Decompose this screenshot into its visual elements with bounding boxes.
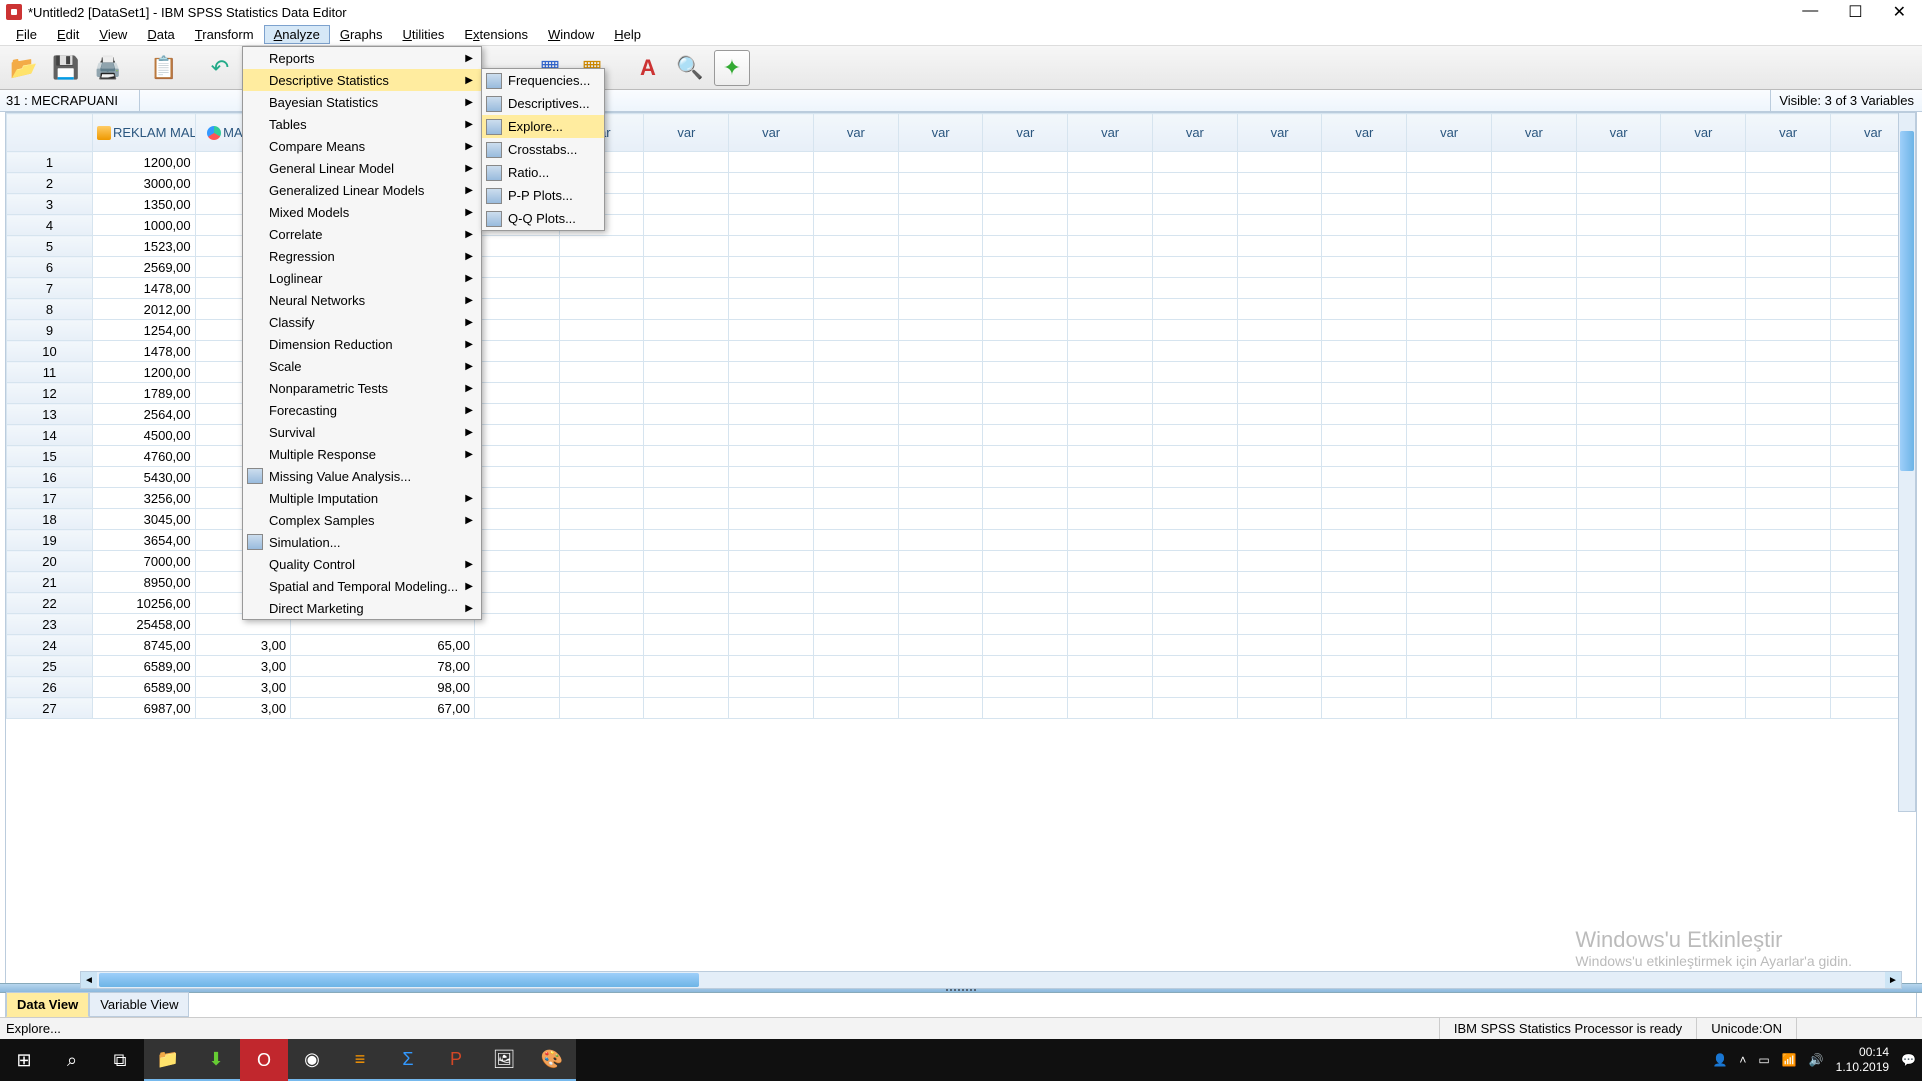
menu-item-bayesian-statistics[interactable]: Bayesian Statistics▶: [243, 91, 481, 113]
value-labels-button[interactable]: A: [630, 50, 666, 86]
battery-icon[interactable]: ▭: [1758, 1053, 1769, 1067]
notifications-icon[interactable]: 💬: [1901, 1053, 1916, 1067]
submenu-item-ratio-[interactable]: Ratio...: [482, 161, 604, 184]
menu-item-dimension-reduction[interactable]: Dimension Reduction▶: [243, 333, 481, 355]
variable-sets-button[interactable]: 🔍: [672, 50, 708, 86]
menu-item-multiple-response[interactable]: Multiple Response▶: [243, 443, 481, 465]
menubar: File Edit View Data Transform Analyze Gr…: [0, 24, 1922, 46]
menu-item-generalized-linear-models[interactable]: Generalized Linear Models▶: [243, 179, 481, 201]
open-button[interactable]: 📂: [6, 50, 42, 86]
menu-item-quality-control[interactable]: Quality Control▶: [243, 553, 481, 575]
menu-graphs[interactable]: Graphs: [330, 25, 393, 44]
tray-chevron-icon[interactable]: ˄: [1739, 1053, 1746, 1067]
task-view-button[interactable]: ⧉: [96, 1039, 144, 1081]
view-tabs: Data View Variable View: [6, 993, 189, 1017]
tab-data-view[interactable]: Data View: [6, 992, 89, 1017]
recall-dialog-button[interactable]: 📋: [146, 50, 182, 86]
status-spacer: [1796, 1018, 1916, 1039]
menu-item-classify[interactable]: Classify▶: [243, 311, 481, 333]
photos-icon[interactable]: 🖼: [480, 1039, 528, 1081]
menu-item-neural-networks[interactable]: Neural Networks▶: [243, 289, 481, 311]
menu-item-simulation-[interactable]: Simulation...: [243, 531, 481, 553]
menu-help[interactable]: Help: [604, 25, 651, 44]
submenu-item-q-q-plots-[interactable]: Q-Q Plots...: [482, 207, 604, 230]
volume-icon[interactable]: 🔊: [1809, 1053, 1824, 1067]
menu-item-general-linear-model[interactable]: General Linear Model▶: [243, 157, 481, 179]
wifi-icon[interactable]: 📶: [1782, 1053, 1797, 1067]
add-button[interactable]: ✦: [714, 50, 750, 86]
menu-item-missing-value-analysis-[interactable]: Missing Value Analysis...: [243, 465, 481, 487]
undo-button[interactable]: ↶: [202, 50, 238, 86]
menu-item-scale[interactable]: Scale▶: [243, 355, 481, 377]
chrome-icon[interactable]: ◉: [288, 1039, 336, 1081]
system-tray: 👤 ˄ ▭ 📶 🔊 00:141.10.2019 💬: [1712, 1045, 1922, 1075]
menu-item-direct-marketing[interactable]: Direct Marketing▶: [243, 597, 481, 619]
menu-item-descriptive-statistics[interactable]: Descriptive Statistics▶: [243, 69, 481, 91]
titlebar: *Untitled2 [DataSet1] - IBM SPSS Statist…: [0, 0, 1922, 24]
start-button[interactable]: ⊞: [0, 1039, 48, 1081]
menu-edit[interactable]: Edit: [47, 25, 89, 44]
menu-file[interactable]: File: [6, 25, 47, 44]
menu-item-nonparametric-tests[interactable]: Nonparametric Tests▶: [243, 377, 481, 399]
visible-variables: Visible: 3 of 3 Variables: [1770, 90, 1922, 111]
submenu-item-crosstabs-[interactable]: Crosstabs...: [482, 138, 604, 161]
cell-reference: 31 : MECRAPUANI: [0, 90, 140, 111]
analyze-menu: Reports▶Descriptive Statistics▶Bayesian …: [242, 46, 482, 620]
maximize-button[interactable]: ☐: [1848, 2, 1862, 22]
menu-transform[interactable]: Transform: [185, 25, 264, 44]
window-title: *Untitled2 [DataSet1] - IBM SPSS Statist…: [28, 5, 347, 20]
vertical-scrollbar[interactable]: [1898, 112, 1916, 812]
powerpoint-icon[interactable]: P: [432, 1039, 480, 1081]
menu-extensions[interactable]: Extensions: [454, 25, 538, 44]
menu-item-complex-samples[interactable]: Complex Samples▶: [243, 509, 481, 531]
tab-variable-view[interactable]: Variable View: [89, 992, 189, 1017]
clock[interactable]: 00:141.10.2019: [1836, 1045, 1889, 1075]
spss-icon[interactable]: Σ: [384, 1039, 432, 1081]
menu-item-tables[interactable]: Tables▶: [243, 113, 481, 135]
app-icon: [6, 4, 22, 20]
print-button[interactable]: 🖨️: [90, 50, 126, 86]
explorer-icon[interactable]: 📁: [144, 1039, 192, 1081]
menu-data[interactable]: Data: [137, 25, 184, 44]
menu-analyze[interactable]: Analyze: [264, 25, 330, 44]
menu-item-forecasting[interactable]: Forecasting▶: [243, 399, 481, 421]
sublime-icon[interactable]: ≡: [336, 1039, 384, 1081]
menu-item-regression[interactable]: Regression▶: [243, 245, 481, 267]
menu-item-mixed-models[interactable]: Mixed Models▶: [243, 201, 481, 223]
descriptive-statistics-submenu: Frequencies...Descriptives...Explore...C…: [481, 68, 605, 231]
menu-item-multiple-imputation[interactable]: Multiple Imputation▶: [243, 487, 481, 509]
save-button[interactable]: 💾: [48, 50, 84, 86]
search-button[interactable]: ⌕: [48, 1039, 96, 1081]
menu-utilities[interactable]: Utilities: [392, 25, 454, 44]
status-processor: IBM SPSS Statistics Processor is ready: [1439, 1018, 1696, 1039]
opera-icon[interactable]: O: [240, 1039, 288, 1081]
menu-item-correlate[interactable]: Correlate▶: [243, 223, 481, 245]
menu-view[interactable]: View: [89, 25, 137, 44]
menu-item-reports[interactable]: Reports▶: [243, 47, 481, 69]
menu-item-survival[interactable]: Survival▶: [243, 421, 481, 443]
taskbar: ⊞ ⌕ ⧉ 📁 ⬇ O ◉ ≡ Σ P 🖼 🎨 👤 ˄ ▭ 📶 🔊 00:141…: [0, 1039, 1922, 1081]
people-icon[interactable]: 👤: [1712, 1053, 1727, 1067]
minimize-button[interactable]: —: [1802, 2, 1818, 22]
status-unicode: Unicode:ON: [1696, 1018, 1796, 1039]
status-bar: Explore... IBM SPSS Statistics Processor…: [0, 1017, 1922, 1039]
close-button[interactable]: ✕: [1893, 2, 1906, 22]
submenu-item-p-p-plots-[interactable]: P-P Plots...: [482, 184, 604, 207]
menu-window[interactable]: Window: [538, 25, 604, 44]
menu-item-spatial-and-temporal-modeling-[interactable]: Spatial and Temporal Modeling...▶: [243, 575, 481, 597]
submenu-item-explore-[interactable]: Explore...: [482, 115, 604, 138]
horizontal-scrollbar[interactable]: ◄►: [80, 971, 1902, 989]
menu-item-compare-means[interactable]: Compare Means▶: [243, 135, 481, 157]
submenu-item-frequencies-[interactable]: Frequencies...: [482, 69, 604, 92]
menu-item-loglinear[interactable]: Loglinear▶: [243, 267, 481, 289]
utorrent-icon[interactable]: ⬇: [192, 1039, 240, 1081]
window-controls: — ☐ ✕: [1802, 2, 1916, 22]
paint-icon[interactable]: 🎨: [528, 1039, 576, 1081]
submenu-item-descriptives-[interactable]: Descriptives...: [482, 92, 604, 115]
status-left: Explore...: [6, 1021, 61, 1036]
